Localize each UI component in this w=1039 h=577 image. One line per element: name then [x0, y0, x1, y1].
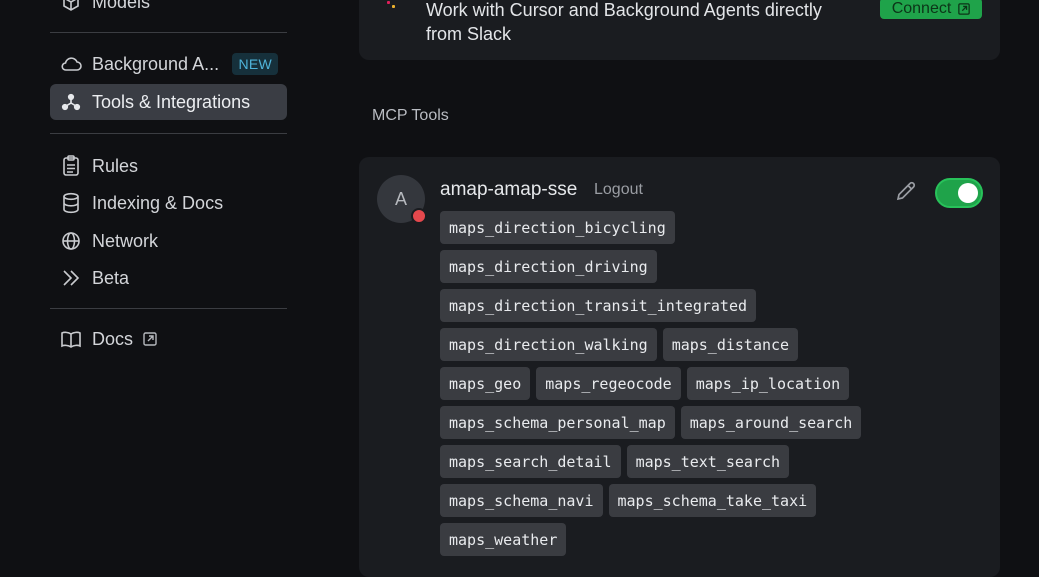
tool-tag[interactable]: maps_ip_location — [686, 367, 850, 400]
connect-button[interactable]: Connect — [880, 0, 982, 19]
cloud-icon — [60, 53, 82, 75]
sidebar-item-beta[interactable]: Beta — [50, 260, 287, 296]
sidebar-item-tools-integrations[interactable]: Tools & Integrations — [50, 84, 287, 120]
tool-tag[interactable]: maps_direction_bicycling — [440, 211, 675, 244]
nodes-icon — [60, 91, 82, 113]
tool-list: maps_direction_bicycling maps_direction_d… — [440, 211, 980, 556]
tool-tag[interactable]: maps_schema_personal_map — [440, 406, 675, 439]
mcp-server-card: A amap-amap-sse Logout maps_direction_bi… — [359, 157, 1000, 577]
sidebar-item-label: Indexing & Docs — [92, 192, 224, 213]
slack-integration-card: Work with Cursor and Background Agents d… — [359, 0, 1000, 60]
tool-tag[interactable]: maps_schema_take_taxi — [608, 484, 817, 517]
sidebar-item-label: Background A... — [92, 53, 220, 74]
tool-row: maps_weather — [440, 523, 980, 556]
tool-tag[interactable]: maps_direction_transit_integrated — [440, 289, 757, 322]
tool-tag[interactable]: maps_search_detail — [440, 445, 621, 478]
sidebar-item-label: Docs — [92, 328, 134, 349]
sidebar-item-label: Beta — [92, 267, 130, 288]
tool-row: maps_geo maps_regeocode maps_ip_location — [440, 367, 980, 400]
tool-row: maps_direction_transit_integrated — [440, 289, 980, 322]
status-indicator — [411, 208, 427, 224]
tool-row: maps_direction_walking maps_distance — [440, 328, 980, 361]
sidebar-divider — [50, 32, 287, 33]
tool-tag[interactable]: maps_distance — [662, 328, 799, 361]
new-badge: NEW — [232, 53, 278, 75]
sidebar-divider — [50, 308, 287, 309]
sidebar-item-background-agents[interactable]: Background A... NEW — [50, 46, 287, 82]
tool-tag[interactable]: maps_direction_driving — [440, 250, 657, 283]
tool-tag[interactable]: maps_geo — [440, 367, 531, 400]
tool-row: maps_direction_driving — [440, 250, 980, 283]
tool-tag[interactable]: maps_around_search — [680, 406, 862, 439]
tool-row: maps_schema_personal_map maps_around_sear… — [440, 406, 980, 439]
sidebar-item-network[interactable]: Network — [50, 223, 287, 259]
tool-tag[interactable]: maps_text_search — [626, 445, 790, 478]
tool-row: maps_direction_bicycling — [440, 211, 980, 244]
sidebar-item-indexing-docs[interactable]: Indexing & Docs — [50, 185, 287, 221]
mcp-tools-heading: MCP Tools — [372, 107, 449, 124]
settings-sidebar: Models Background A... NEW Tools & Integ… — [0, 0, 330, 557]
tool-tag[interactable]: maps_schema_navi — [440, 484, 603, 517]
tool-row: maps_schema_navi maps_schema_take_taxi — [440, 484, 980, 517]
sidebar-divider — [50, 133, 287, 134]
sidebar-item-label: Network — [92, 230, 159, 251]
tool-row: maps_search_detail maps_text_search — [440, 445, 980, 478]
sidebar-item-rules[interactable]: Rules — [50, 148, 287, 184]
external-link-icon — [143, 332, 157, 346]
connect-label: Connect — [891, 0, 952, 17]
sidebar-item-label: Tools & Integrations — [92, 91, 251, 112]
tool-tag[interactable]: maps_direction_walking — [440, 328, 657, 361]
slack-description: Work with Cursor and Background Agents d… — [426, 0, 822, 44]
toggle-knob — [958, 183, 978, 203]
database-icon — [60, 192, 82, 214]
tool-tag[interactable]: maps_weather — [440, 523, 567, 556]
globe-icon — [60, 230, 82, 252]
external-link-icon — [958, 2, 971, 15]
sidebar-item-label: Rules — [92, 155, 139, 176]
sidebar-item-models[interactable]: Models — [50, 0, 287, 20]
edit-pencil-icon[interactable] — [894, 179, 918, 203]
logout-link[interactable]: Logout — [594, 181, 643, 199]
server-enabled-toggle[interactable] — [935, 178, 983, 208]
tool-tag[interactable]: maps_regeocode — [536, 367, 681, 400]
server-name: amap-amap-sse — [440, 179, 578, 200]
double-chevron-icon — [60, 267, 82, 289]
book-icon — [60, 328, 82, 350]
clipboard-icon — [60, 155, 82, 177]
slack-icon — [386, 0, 400, 8]
sidebar-item-label: Models — [92, 0, 151, 12]
cube-icon — [60, 0, 82, 13]
sidebar-item-docs[interactable]: Docs — [50, 321, 287, 357]
